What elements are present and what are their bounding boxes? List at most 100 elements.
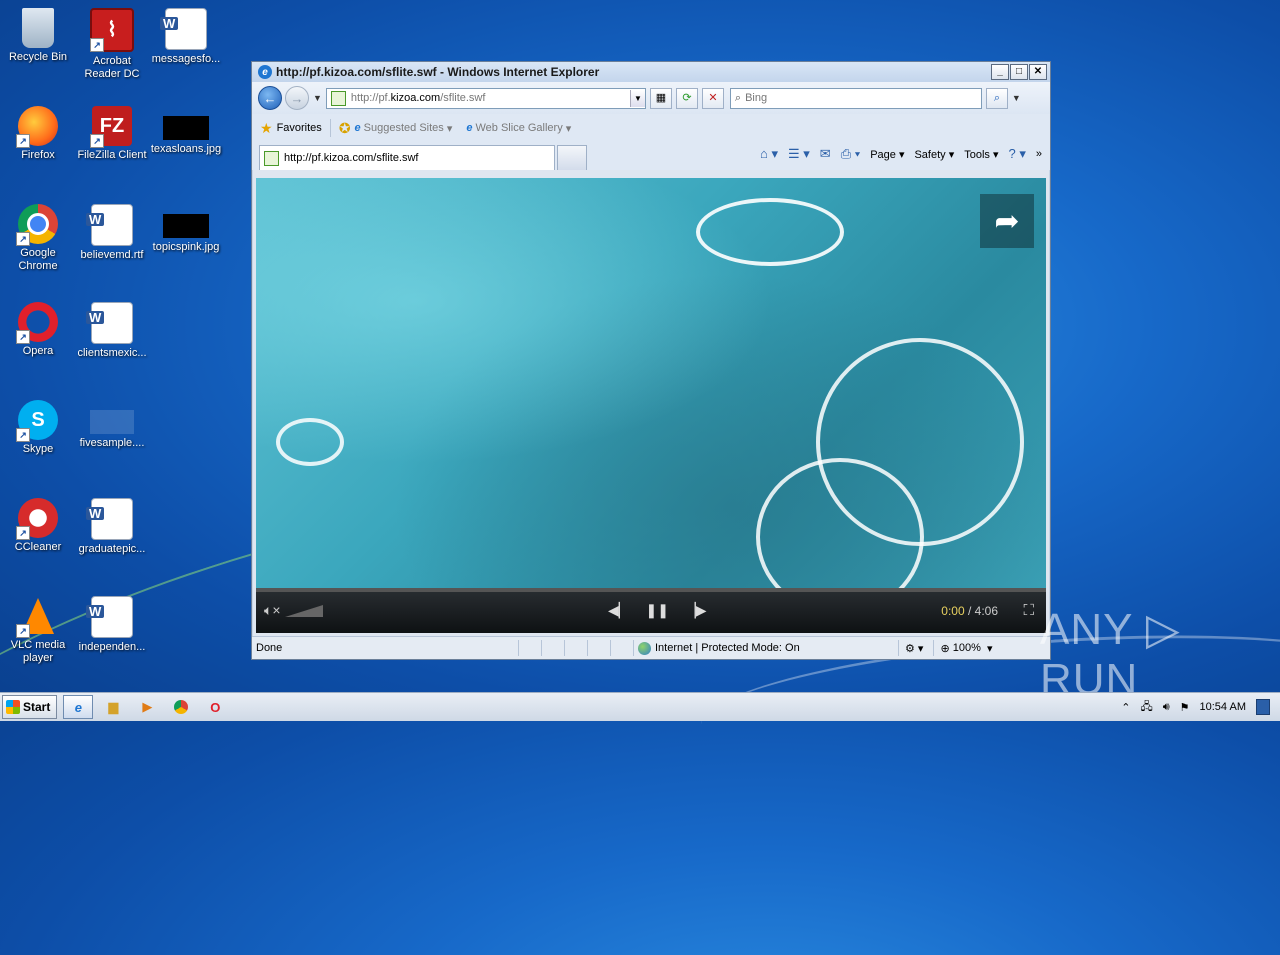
desktop-icon-chrome[interactable]: ↗ Google Chrome <box>0 204 76 273</box>
filezilla-icon: FZ ↗ <box>90 106 132 148</box>
decor-swirl <box>696 198 844 266</box>
desktop-icon-ccleaner[interactable]: ↗ CCleaner <box>0 498 76 554</box>
web-slice-gallery-button[interactable]: e Web Slice Gallery ▾ <box>466 122 571 135</box>
firefox-icon: ↗ <box>16 106 58 148</box>
search-input[interactable]: ⌕ Bing <box>729 87 982 109</box>
divider <box>329 119 331 137</box>
home-icon[interactable]: ⌂ ▾ <box>760 146 778 162</box>
suggested-sites-button[interactable]: e Suggested Sites ▾ <box>355 122 453 135</box>
taskbar-ie[interactable]: e <box>63 695 94 719</box>
taskbar-chrome[interactable] <box>167 696 195 718</box>
bing-icon: ⌕ <box>734 91 742 104</box>
print-icon[interactable]: ⎙ ▾ <box>841 146 860 162</box>
page-icon <box>264 150 279 166</box>
desktop-icon-recycle-bin[interactable]: Recycle Bin <box>0 8 76 64</box>
progress-bar[interactable] <box>256 588 1046 592</box>
feeds-icon[interactable]: ☰ ▾ <box>788 146 810 162</box>
desktop-icon-believemd[interactable]: W believemd.rtf <box>74 204 150 262</box>
favorites-button[interactable]: Favorites <box>277 122 322 134</box>
desktop-icon-graduatepic[interactable]: W graduatepic... <box>74 498 150 556</box>
status-cell <box>610 640 633 656</box>
share-button[interactable]: ➦ <box>980 194 1034 248</box>
tools-menu[interactable]: Tools ▾ <box>964 148 998 161</box>
next-icon[interactable]: ▕▶ <box>685 602 707 619</box>
desktop-icon-fivesample[interactable]: fivesample.... <box>74 400 150 450</box>
ie-icon: e <box>258 65 272 79</box>
window-controls: _ □ ✕ <box>991 64 1047 80</box>
show-desktop-button[interactable] <box>1256 699 1270 715</box>
maximize-button[interactable]: □ <box>1010 64 1028 80</box>
zoom-control[interactable]: ⊕ 100% ▾ <box>933 640 993 656</box>
desktop-icon-label: fivesample.... <box>79 437 145 449</box>
search-options-dropdown[interactable]: ▼ <box>1012 93 1021 103</box>
address-bar[interactable]: http://pf. kizoa.com/sflite.swf ▼ <box>325 87 646 109</box>
start-button[interactable]: Start <box>2 695 58 719</box>
recent-pages-dropdown[interactable]: ▼ <box>313 93 322 103</box>
navigation-bar: ← → ▼ http://pf. kizoa.com/sflite.swf ▼ ▦… <box>252 82 1050 114</box>
globe-icon <box>638 641 651 655</box>
page-content: ➦ 🔈︎× ◀▏ ❚❚ ▕▶ 0:00 / 4:06 ⛶ <box>256 178 1046 633</box>
chevron-up-icon[interactable]: ⌃ <box>1121 701 1130 714</box>
tab-active[interactable]: http://pf.kizoa.com/sflite.swf <box>259 145 555 170</box>
ie-window: e http://pf.kizoa.com/sflite.swf - Windo… <box>251 61 1051 660</box>
address-dropdown[interactable]: ▼ <box>629 89 645 107</box>
protected-mode-icon[interactable]: ⚙ ▾ <box>898 640 923 656</box>
fullscreen-icon[interactable]: ⛶ <box>1023 602 1034 619</box>
network-icon[interactable]: 🖧︎ <box>1140 698 1152 717</box>
taskbar-opera[interactable]: O <box>201 696 229 718</box>
word-document-icon: W <box>86 498 133 540</box>
compatibility-view-button[interactable]: ▦ <box>649 87 672 109</box>
time-separator: / <box>964 604 975 618</box>
mail-icon[interactable]: ✉ <box>820 146 831 162</box>
search-button[interactable]: ⌕ <box>985 87 1008 109</box>
image-file-icon <box>163 116 209 140</box>
desktop-icon-topicspink[interactable]: topicspink.jpg <box>148 204 224 254</box>
refresh-button[interactable]: ⟳ <box>675 87 698 109</box>
back-button[interactable]: ← <box>258 86 282 110</box>
new-tab-button[interactable] <box>557 145 587 170</box>
desktop-icon-vlc[interactable]: ↗ VLC media player <box>0 596 76 665</box>
action-center-flag-icon[interactable]: ⚑ <box>1180 701 1190 714</box>
forward-button[interactable]: → <box>285 86 309 110</box>
desktop-icon-label: Opera <box>22 345 54 357</box>
security-zone[interactable]: Internet | Protected Mode: On <box>633 640 888 656</box>
skype-icon: S ↗ <box>16 400 58 442</box>
desktop-icon-skype[interactable]: S ↗ Skype <box>0 400 76 456</box>
desktop-icon-label: Google Chrome <box>18 247 58 272</box>
safety-menu-label: Safety <box>914 148 946 161</box>
volume-icon[interactable]: 🔊︎ <box>1163 701 1170 714</box>
safety-menu[interactable]: Safety ▾ <box>914 148 954 161</box>
status-cell <box>518 640 541 656</box>
file-icon <box>90 410 134 434</box>
address-prefix: http://pf. <box>350 92 391 104</box>
mute-icon[interactable]: 🔈︎× <box>264 602 281 619</box>
desktop-icon-texasloans[interactable]: texasloans.jpg <box>148 106 224 156</box>
desktop-icon-clientsmexic[interactable]: W clientsmexic... <box>74 302 150 360</box>
clock[interactable]: 10:54 AM <box>1200 701 1246 713</box>
taskbar-explorer[interactable]: ▆ <box>99 696 127 718</box>
taskbar-media-player[interactable]: ▶ <box>133 696 161 718</box>
desktop-icon-label: independen... <box>78 641 146 653</box>
search-placeholder: Bing <box>745 92 768 104</box>
pause-icon[interactable]: ❚❚ <box>646 602 669 619</box>
chevron-right-icon[interactable]: » <box>1036 148 1042 160</box>
desktop-icon-independen[interactable]: W independen... <box>74 596 150 654</box>
stop-button[interactable]: ✕ <box>701 87 724 109</box>
video-area[interactable]: ➦ <box>256 178 1046 616</box>
desktop-icon-opera[interactable]: ↗ Opera <box>0 302 76 358</box>
volume-slider[interactable] <box>284 604 323 617</box>
minimize-button[interactable]: _ <box>991 64 1009 80</box>
title-bar[interactable]: e http://pf.kizoa.com/sflite.swf - Windo… <box>252 62 1050 82</box>
desktop-icon-messagesfo[interactable]: W messagesfo... <box>148 8 224 66</box>
desktop-icon-acrobat[interactable]: ⌇ ↗ Acrobat Reader DC <box>74 8 150 81</box>
page-menu[interactable]: Page ▾ <box>870 148 904 161</box>
desktop-icon-filezilla[interactable]: FZ ↗ FileZilla Client <box>74 106 150 162</box>
desktop-icon-firefox[interactable]: ↗ Firefox <box>0 106 76 162</box>
close-button[interactable]: ✕ <box>1029 64 1047 80</box>
help-icon[interactable]: ? ▾ <box>1009 146 1026 162</box>
ccleaner-icon: ↗ <box>16 498 58 540</box>
word-document-icon: W <box>86 302 133 344</box>
desktop-icon-label: believemd.rtf <box>80 249 144 261</box>
add-favorites-icon[interactable]: ✪ <box>339 120 351 137</box>
previous-icon[interactable]: ◀▏ <box>608 602 630 619</box>
